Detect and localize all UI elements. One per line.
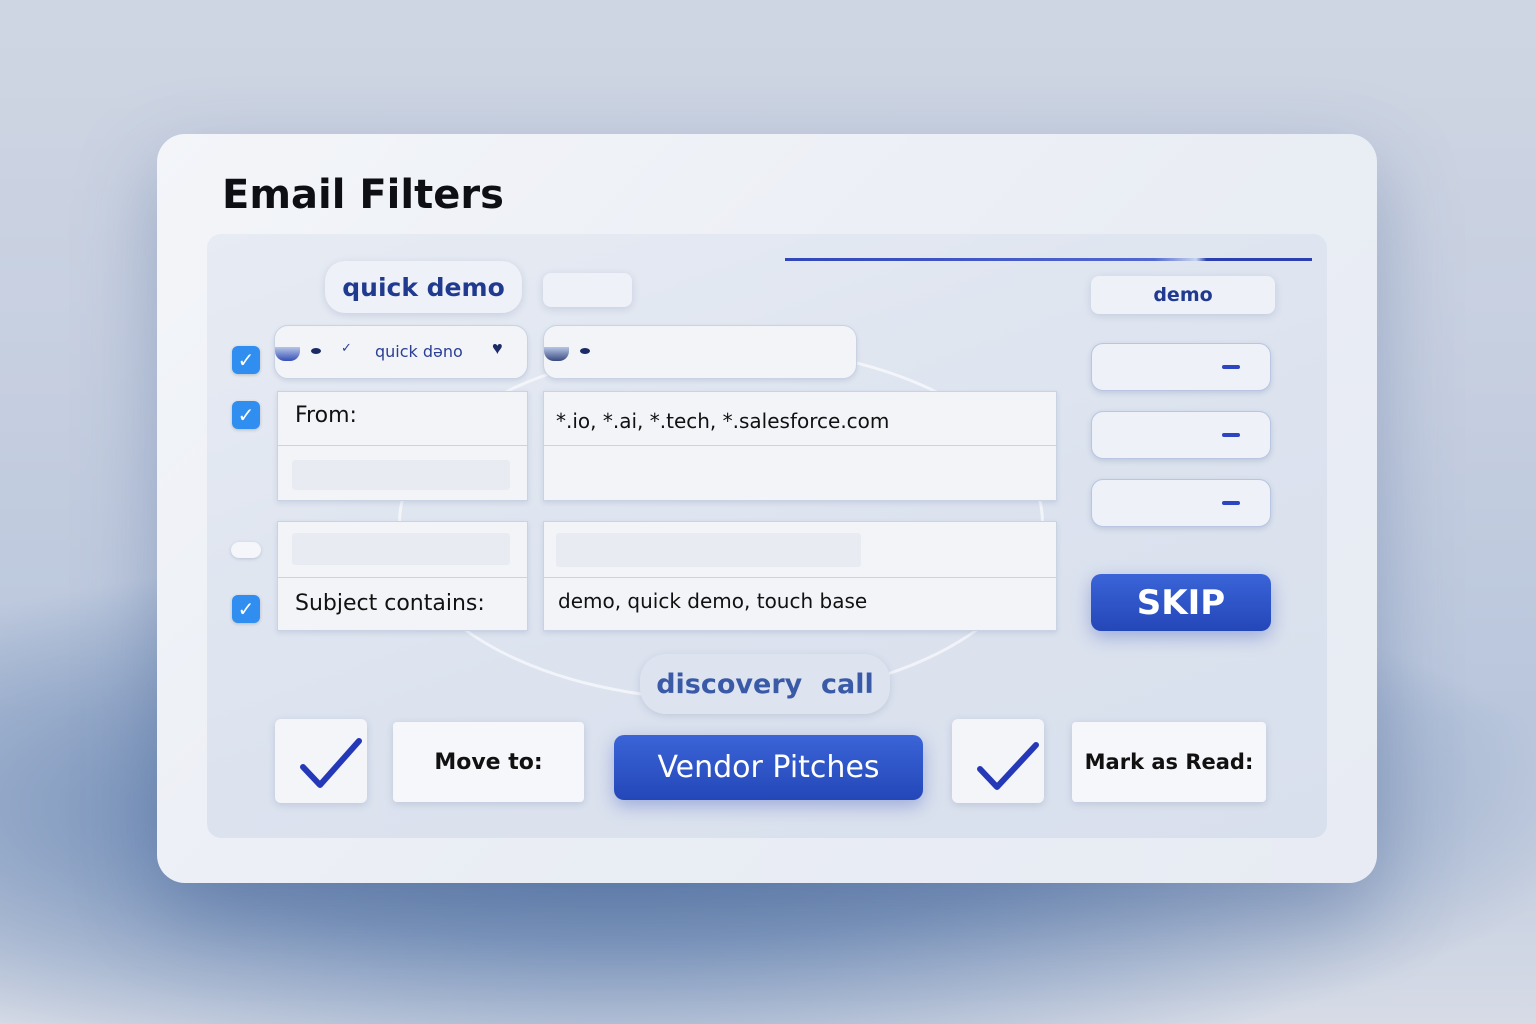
keyword-chip-demo[interactable]: demo	[1091, 276, 1275, 314]
remove-button-2[interactable]	[1091, 411, 1271, 459]
move-to-checkbox[interactable]	[275, 719, 367, 803]
heart-icon[interactable]: ♥	[492, 338, 503, 359]
move-to-label: Move to:	[393, 722, 584, 802]
minus-icon	[1222, 365, 1240, 369]
from-label: From:	[295, 403, 357, 428]
divider	[544, 577, 1056, 578]
subject-checkbox[interactable]: ✓	[232, 595, 260, 623]
from-checkbox[interactable]: ✓	[232, 401, 260, 429]
placeholder-bar	[556, 533, 861, 567]
keyword-chip-discovery-call[interactable]: discovery call	[640, 654, 890, 714]
toggle-off[interactable]	[231, 542, 261, 558]
color-swatch-icon	[544, 347, 569, 361]
rule-checkbox[interactable]: ✓	[232, 346, 260, 374]
checkmark-icon: ✓	[237, 403, 255, 427]
progress-line	[785, 258, 1312, 261]
page-title: Email Filters	[222, 172, 504, 218]
divider	[544, 445, 1056, 446]
keyword-chip-discovery-call-text: discovery call	[656, 668, 874, 700]
subject-label: Subject contains:	[295, 591, 485, 616]
checkmark-icon	[300, 738, 362, 788]
placeholder-bar	[292, 460, 510, 490]
dot-icon	[311, 348, 321, 354]
from-value-field[interactable]	[543, 391, 1057, 501]
remove-button-1[interactable]	[1091, 343, 1271, 391]
checkmark-icon: ✓	[237, 348, 255, 372]
divider	[278, 577, 527, 578]
mark-as-read-checkbox[interactable]	[952, 719, 1044, 803]
placeholder-bar	[292, 533, 510, 565]
minus-icon	[1222, 433, 1240, 437]
empty-chip[interactable]	[543, 273, 632, 307]
rule-value-field[interactable]	[543, 325, 857, 379]
remove-button-3[interactable]	[1091, 479, 1271, 527]
subject-value-field[interactable]	[543, 521, 1057, 631]
divider	[278, 445, 527, 446]
skip-button[interactable]: SKIP	[1091, 574, 1271, 631]
chevron-down-icon: ✓	[341, 340, 352, 355]
color-swatch-icon	[275, 347, 300, 361]
mark-as-read-label: Mark as Read:	[1072, 722, 1266, 802]
rule-chip-text: quick dəno	[375, 342, 463, 361]
subject-value: demo, quick demo, touch base	[558, 589, 868, 613]
dot-icon	[580, 348, 590, 354]
move-to-folder-button[interactable]: Vendor Pitches	[614, 735, 923, 800]
minus-icon	[1222, 501, 1240, 505]
keyword-chip-quick-demo[interactable]: quick demo	[325, 261, 522, 313]
checkmark-icon	[977, 742, 1039, 790]
checkmark-icon: ✓	[237, 597, 255, 621]
from-value: *.io, *.ai, *.tech, *.salesforce.com	[556, 409, 890, 433]
rule-chip-field[interactable]: ✓ quick dəno ♥	[274, 325, 528, 379]
